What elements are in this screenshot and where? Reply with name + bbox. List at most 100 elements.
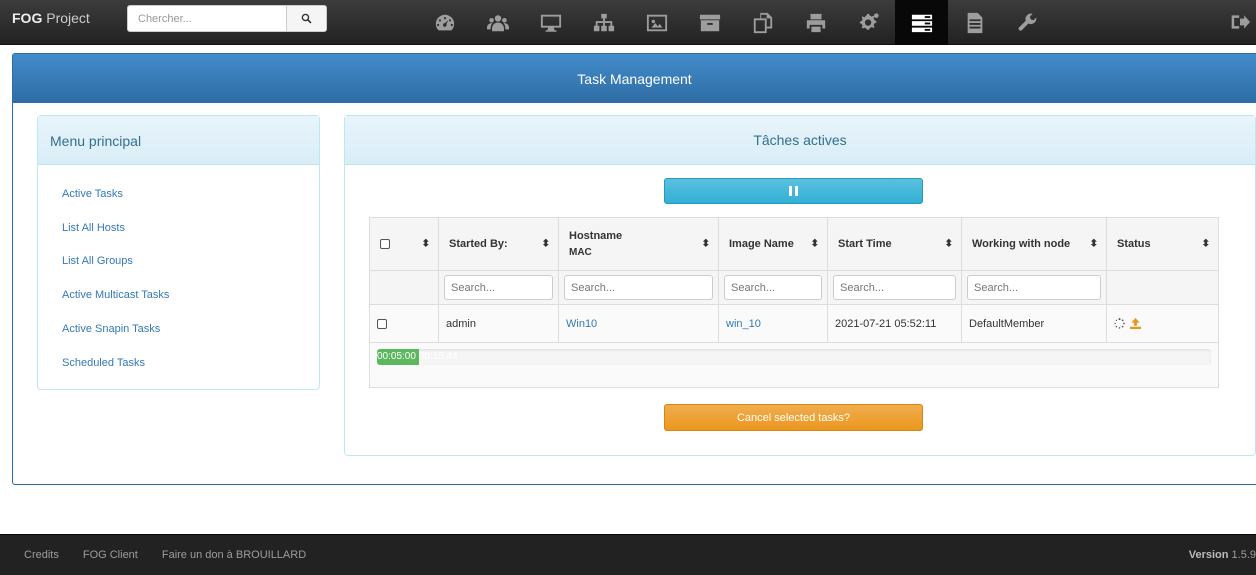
- filter-working-node-input[interactable]: [967, 275, 1101, 300]
- settings-icon: [1018, 13, 1036, 31]
- sort-icon[interactable]: ⬍: [945, 239, 953, 250]
- global-search-input[interactable]: [127, 5, 287, 32]
- filter-image-name-input[interactable]: [724, 275, 822, 300]
- upload-icon: [1130, 318, 1142, 330]
- sort-icon[interactable]: ⬍: [422, 239, 430, 250]
- col-started-by-label: Started By:: [449, 238, 508, 250]
- filter-cell: [961, 270, 1107, 305]
- nav-reports[interactable]: [948, 0, 1001, 45]
- nav-users[interactable]: [471, 0, 524, 45]
- row-hostname-cell: Win10: [558, 304, 719, 343]
- active-tasks-title: Tâches actives: [345, 116, 1255, 165]
- row-image-link[interactable]: win_10: [726, 318, 761, 330]
- row-image-cell: win_10: [718, 304, 828, 343]
- logout-button[interactable]: [1230, 12, 1250, 37]
- col-hostname-label: Hostname: [569, 230, 623, 242]
- menu-item-list-all-groups[interactable]: List All Groups: [38, 245, 319, 279]
- col-started-by[interactable]: Started By: ⬍: [438, 217, 559, 271]
- nav-dashboard[interactable]: [418, 0, 471, 45]
- nav-settings[interactable]: [1001, 0, 1054, 45]
- sort-icon[interactable]: ⬍: [1090, 239, 1098, 250]
- nav-groups[interactable]: [577, 0, 630, 45]
- col-image-name[interactable]: Image Name ⬍: [718, 217, 828, 271]
- table-filter-row: [369, 270, 1219, 305]
- filter-cell: [438, 270, 559, 305]
- row-start-time: 2021-07-21 05:52:11: [827, 304, 962, 343]
- pause-refresh-button[interactable]: [664, 178, 923, 204]
- sort-icon[interactable]: ⬍: [542, 239, 550, 250]
- pause-icon: [789, 186, 798, 196]
- row-checkbox[interactable]: [377, 318, 387, 329]
- reports-icon: [967, 12, 982, 33]
- logout-icon: [1231, 15, 1250, 29]
- row-working-node: DefaultMember: [961, 304, 1107, 343]
- table-row: admin Win10 win_10 2021-07-21 05:52:11 D…: [369, 304, 1219, 343]
- table-header-row: ⬍ Started By: ⬍ Hostname MAC ⬍ Image Name ⬍ …: [369, 217, 1219, 271]
- task-progress-text: 00:05:00 00:15:44: [377, 351, 458, 362]
- menu-item-list-all-hosts[interactable]: List All Hosts: [38, 211, 319, 245]
- task-progress-cell: 00:05:00 00:15:44: [369, 342, 1219, 388]
- sort-icon[interactable]: ⬍: [811, 239, 819, 250]
- cancel-selected-tasks-button[interactable]: Cancel selected tasks?: [664, 404, 923, 431]
- menu-item-scheduled-tasks[interactable]: Scheduled Tasks: [38, 346, 319, 380]
- search-button[interactable]: [287, 5, 327, 32]
- footer-links: Credits FOG Client Faire un don à BROUIL…: [24, 549, 306, 561]
- version-label: Version: [1188, 549, 1229, 561]
- col-status-label: Status: [1117, 238, 1151, 250]
- active-tasks-table: ⬍ Started By: ⬍ Hostname MAC ⬍ Image Name ⬍ …: [369, 217, 1219, 388]
- col-start-time-label: Start Time: [838, 238, 892, 250]
- footer-link-credits[interactable]: Credits: [24, 549, 59, 561]
- groups-icon: [593, 13, 614, 31]
- version-number: 1.5.9: [1231, 549, 1256, 561]
- users-icon: [486, 14, 509, 31]
- filter-cell-empty: [1106, 270, 1219, 305]
- nav-snapins[interactable]: [736, 0, 789, 45]
- nav-services[interactable]: [842, 0, 895, 45]
- menu-item-active-snapin-tasks[interactable]: Active Snapin Tasks: [38, 312, 319, 346]
- menu-item-active-tasks[interactable]: Active Tasks: [38, 177, 319, 211]
- menu-item-active-multicast-tasks[interactable]: Active Multicast Tasks: [38, 278, 319, 312]
- select-all-header: ⬍: [369, 217, 439, 271]
- main-panel: Task Management Menu principal Active Ta…: [12, 53, 1256, 485]
- col-status[interactable]: Status ⬍: [1106, 217, 1219, 271]
- task-progress-row: 00:05:00 00:15:44: [369, 342, 1219, 388]
- main-menu-title: Menu principal: [38, 116, 319, 165]
- spinner-icon: [1114, 318, 1125, 329]
- filter-cell: [827, 270, 962, 305]
- filter-started-by-input[interactable]: [444, 275, 553, 300]
- snapins-icon: [753, 12, 772, 33]
- footer-version: Version 1.5.9: [1189, 549, 1256, 561]
- row-hostname-link[interactable]: Win10: [566, 318, 597, 330]
- row-status-cell: [1106, 304, 1219, 343]
- storage-icon: [699, 14, 720, 31]
- brand-logo[interactable]: FOG Project: [12, 10, 90, 26]
- filter-start-time-input[interactable]: [833, 275, 956, 300]
- col-hostname[interactable]: Hostname MAC ⬍: [558, 217, 719, 271]
- nav-tasks[interactable]: [895, 0, 948, 45]
- filter-cell: [558, 270, 719, 305]
- row-select-cell: [369, 304, 439, 343]
- main-menu-list: Active Tasks List All Hosts List All Gro…: [38, 165, 319, 380]
- images-icon: [646, 14, 667, 31]
- sort-icon[interactable]: ⬍: [702, 239, 710, 250]
- filter-hostname-input[interactable]: [564, 275, 713, 300]
- filter-cell-empty: [369, 270, 439, 305]
- col-working-node[interactable]: Working with node ⬍: [961, 217, 1107, 271]
- nav-storage[interactable]: [683, 0, 736, 45]
- footer-link-donate[interactable]: Faire un don à BROUILLARD: [162, 549, 306, 561]
- sort-icon[interactable]: ⬍: [1202, 239, 1210, 250]
- nav-printers[interactable]: [789, 0, 842, 45]
- global-search: [127, 5, 327, 32]
- footer-link-fog-client[interactable]: FOG Client: [83, 549, 138, 561]
- col-start-time[interactable]: Start Time ⬍: [827, 217, 962, 271]
- select-all-checkbox[interactable]: [380, 239, 390, 250]
- filter-cell: [718, 270, 828, 305]
- col-image-name-label: Image Name: [729, 238, 794, 250]
- nav-images[interactable]: [630, 0, 683, 45]
- printers-icon: [806, 13, 825, 32]
- col-mac-label: MAC: [569, 247, 592, 258]
- services-icon: [859, 12, 879, 30]
- main-menu-panel: Menu principal Active Tasks List All Hos…: [37, 115, 320, 390]
- active-tasks-panel: Tâches actives ⬍ Started By: ⬍ Hostname MA…: [344, 115, 1256, 456]
- nav-hosts[interactable]: [524, 0, 577, 45]
